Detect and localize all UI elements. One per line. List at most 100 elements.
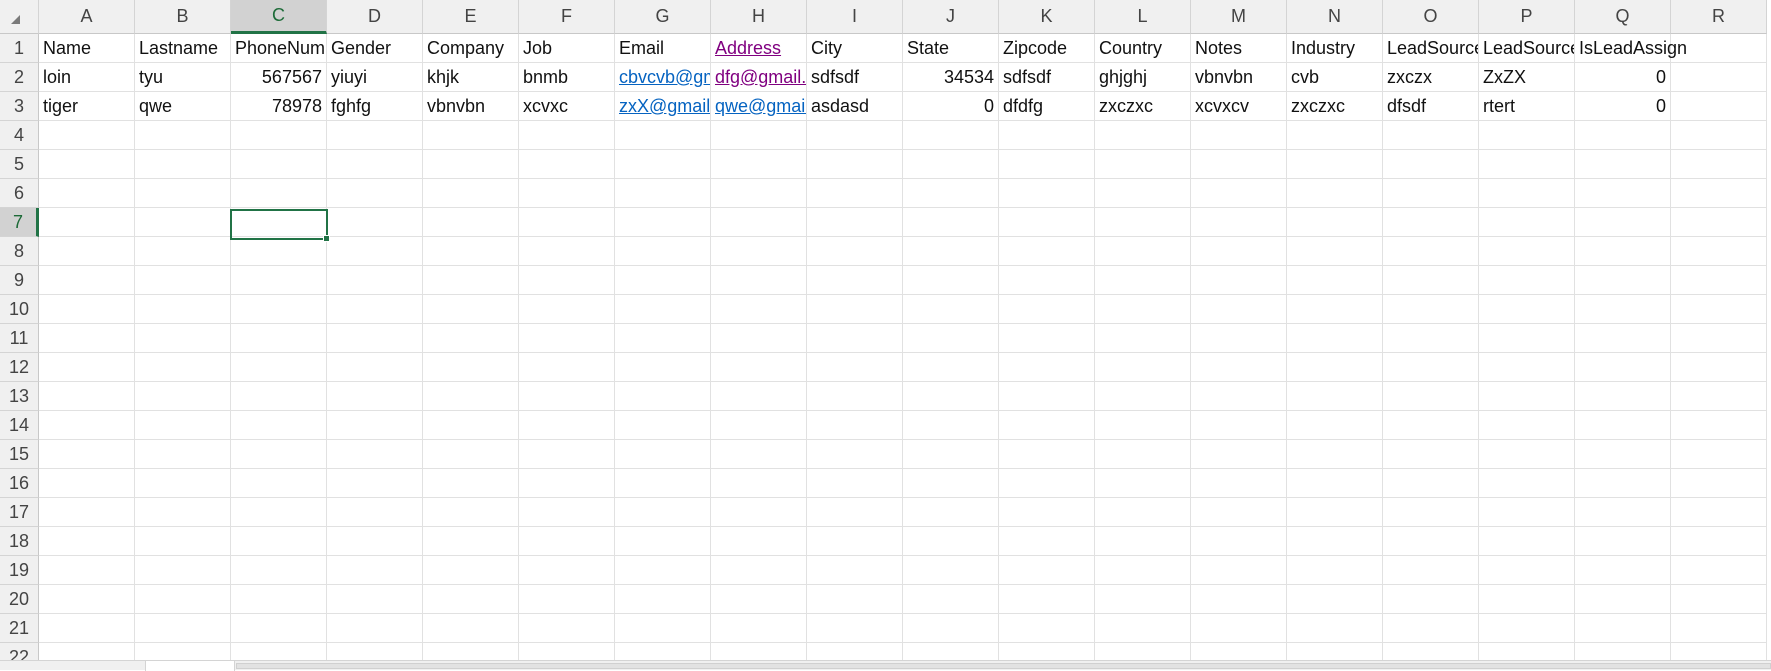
column-header-m[interactable]: M [1191,0,1287,34]
cell-n3[interactable]: zxczxc [1287,92,1383,121]
cell-k1[interactable]: Zipcode [999,34,1095,63]
cell-h20[interactable] [711,585,807,614]
cell-k18[interactable] [999,527,1095,556]
cell-l20[interactable] [1095,585,1191,614]
cell-k2[interactable]: sdfsdf [999,63,1095,92]
cell-b10[interactable] [135,295,231,324]
cell-l6[interactable] [1095,179,1191,208]
cell-d18[interactable] [327,527,423,556]
cell-q14[interactable] [1575,411,1671,440]
cell-r13[interactable] [1671,382,1767,411]
cell-d8[interactable] [327,237,423,266]
row-header-4[interactable]: 4 [0,121,39,150]
cell-q3[interactable]: 0 [1575,92,1671,121]
cell-d6[interactable] [327,179,423,208]
cell-d9[interactable] [327,266,423,295]
cell-n7[interactable] [1287,208,1383,237]
cell-j11[interactable] [903,324,999,353]
column-header-b[interactable]: B [135,0,231,34]
cell-p1[interactable]: LeadSource [1479,34,1575,63]
cell-e22[interactable] [423,643,519,660]
cell-p19[interactable] [1479,556,1575,585]
cell-o15[interactable] [1383,440,1479,469]
cell-d19[interactable] [327,556,423,585]
cell-c12[interactable] [231,353,327,382]
cell-j20[interactable] [903,585,999,614]
cell-c18[interactable] [231,527,327,556]
cell-f13[interactable] [519,382,615,411]
cell-r5[interactable] [1671,150,1767,179]
cell-c20[interactable] [231,585,327,614]
cell-j8[interactable] [903,237,999,266]
cell-k19[interactable] [999,556,1095,585]
cell-g17[interactable] [615,498,711,527]
cell-o4[interactable] [1383,121,1479,150]
row-header-8[interactable]: 8 [0,237,39,266]
cell-f2[interactable]: bnmb [519,63,615,92]
cell-b14[interactable] [135,411,231,440]
cell-q1[interactable]: IsLeadAssign [1575,34,1687,63]
cell-p3[interactable]: rtert [1479,92,1575,121]
horizontal-scrollbar[interactable] [236,663,1771,669]
cell-l1[interactable]: Country [1095,34,1191,63]
cell-r22[interactable] [1671,643,1767,660]
cell-k8[interactable] [999,237,1095,266]
cell-m10[interactable] [1191,295,1287,324]
cell-a18[interactable] [39,527,135,556]
cell-q9[interactable] [1575,266,1671,295]
cell-m9[interactable] [1191,266,1287,295]
cell-l4[interactable] [1095,121,1191,150]
cell-n14[interactable] [1287,411,1383,440]
cell-a5[interactable] [39,150,135,179]
cell-f11[interactable] [519,324,615,353]
cell-o9[interactable] [1383,266,1479,295]
cell-c14[interactable] [231,411,327,440]
row-header-10[interactable]: 10 [0,295,39,324]
row-header-18[interactable]: 18 [0,527,39,556]
column-header-e[interactable]: E [423,0,519,34]
cell-j1[interactable]: State [903,34,999,63]
column-header-g[interactable]: G [615,0,711,34]
cell-k3[interactable]: dfdfg [999,92,1095,121]
select-all-corner[interactable] [0,0,39,34]
cell-r11[interactable] [1671,324,1767,353]
cell-d11[interactable] [327,324,423,353]
cell-m4[interactable] [1191,121,1287,150]
cell-e21[interactable] [423,614,519,643]
cell-a6[interactable] [39,179,135,208]
cell-k10[interactable] [999,295,1095,324]
row-header-17[interactable]: 17 [0,498,39,527]
cell-e5[interactable] [423,150,519,179]
cell-p11[interactable] [1479,324,1575,353]
row-header-22[interactable]: 22 [0,643,39,660]
cell-j3[interactable]: 0 [903,92,999,121]
cell-e2[interactable]: khjk [423,63,519,92]
cell-o17[interactable] [1383,498,1479,527]
cell-n1[interactable]: Industry [1287,34,1383,63]
cell-i8[interactable] [807,237,903,266]
cell-e11[interactable] [423,324,519,353]
cell-m19[interactable] [1191,556,1287,585]
cell-d10[interactable] [327,295,423,324]
cell-c6[interactable] [231,179,327,208]
cell-c11[interactable] [231,324,327,353]
cell-h2[interactable]: dfg@gmail.com [711,63,807,92]
cell-a17[interactable] [39,498,135,527]
row-header-19[interactable]: 19 [0,556,39,585]
row-header-2[interactable]: 2 [0,63,39,92]
cell-q22[interactable] [1575,643,1671,660]
cell-q6[interactable] [1575,179,1671,208]
cell-m8[interactable] [1191,237,1287,266]
cell-m6[interactable] [1191,179,1287,208]
cell-a9[interactable] [39,266,135,295]
cell-h8[interactable] [711,237,807,266]
cell-e8[interactable] [423,237,519,266]
cell-e12[interactable] [423,353,519,382]
cell-n22[interactable] [1287,643,1383,660]
column-header-q[interactable]: Q [1575,0,1671,34]
cell-p16[interactable] [1479,469,1575,498]
cell-q8[interactable] [1575,237,1671,266]
cell-k20[interactable] [999,585,1095,614]
cell-o20[interactable] [1383,585,1479,614]
cell-n15[interactable] [1287,440,1383,469]
